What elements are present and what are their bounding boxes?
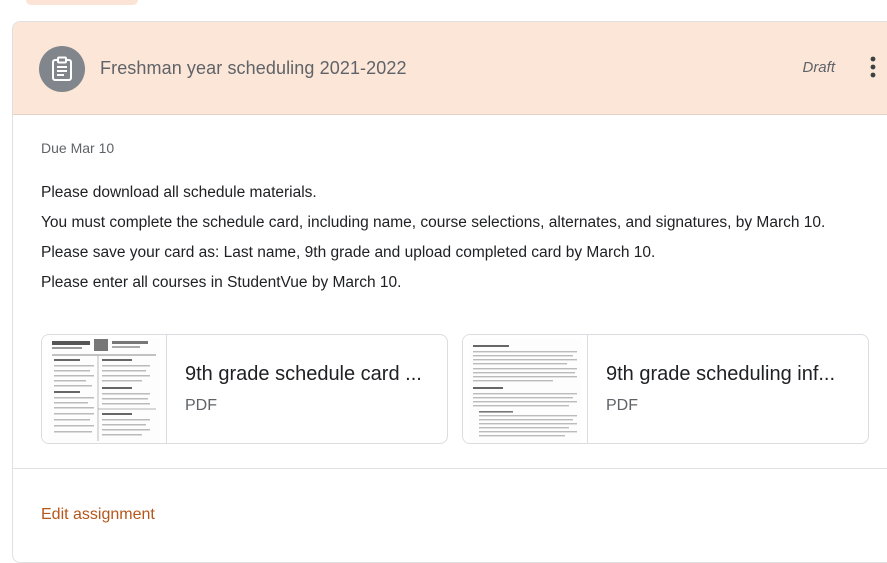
- top-tab-fragment: [26, 0, 138, 5]
- attachment-type: PDF: [185, 397, 217, 414]
- attachment-title: 9th grade schedule card ...: [185, 363, 422, 385]
- instruction-line: Please enter all courses in StudentVue b…: [41, 274, 402, 291]
- instruction-line: Please download all schedule materials.: [41, 184, 317, 201]
- assignment-header[interactable]: Freshman year scheduling 2021-2022 Draft: [13, 22, 887, 115]
- attachment-title: 9th grade scheduling inf...: [606, 363, 836, 385]
- divider: [13, 468, 887, 469]
- edit-assignment-link[interactable]: Edit assignment: [41, 506, 155, 524]
- more-options-button[interactable]: [861, 52, 885, 82]
- pdf-thumbnail: [463, 335, 588, 443]
- attachment-schedule-card[interactable]: 9th grade schedule card ... PDF: [41, 334, 448, 444]
- attachment-type: PDF: [606, 397, 638, 414]
- instructions: Please download all schedule materials. …: [41, 182, 875, 293]
- attachment-scheduling-info[interactable]: 9th grade scheduling inf... PDF: [462, 334, 869, 444]
- instruction-line: You must complete the schedule card, inc…: [41, 214, 826, 231]
- pdf-thumbnail: [42, 335, 167, 443]
- due-date: Due Mar 10: [41, 140, 115, 156]
- instruction-line: Please save your card as: Last name, 9th…: [41, 244, 656, 261]
- more-vert-icon: [870, 56, 876, 78]
- status-label: Draft: [802, 59, 835, 76]
- assignment-card: Freshman year scheduling 2021-2022 Draft…: [12, 21, 887, 563]
- assignment-icon: [39, 46, 85, 92]
- assignment-title: Freshman year scheduling 2021-2022: [100, 58, 407, 78]
